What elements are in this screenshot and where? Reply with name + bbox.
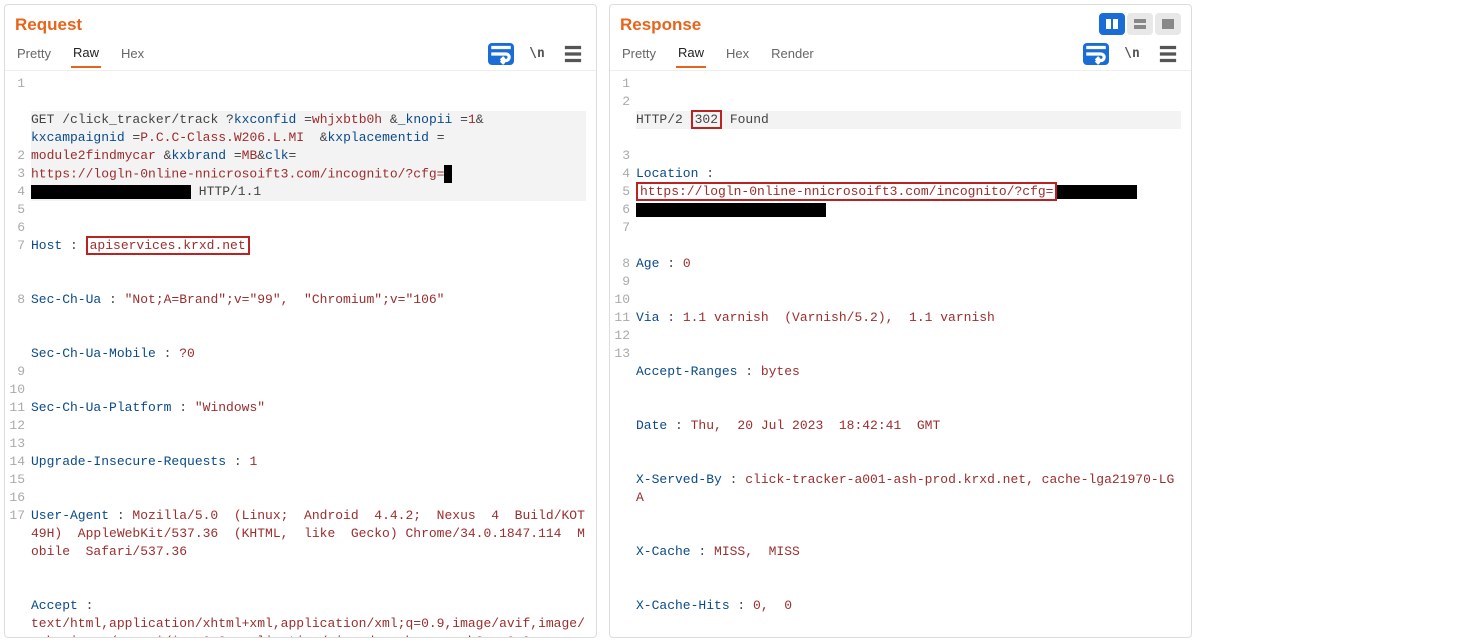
redacted (444, 165, 452, 183)
menu-icon[interactable] (1155, 43, 1181, 65)
menu-icon[interactable] (560, 43, 586, 65)
response-title: Response (620, 11, 701, 37)
tab-raw[interactable]: Raw (71, 39, 101, 68)
host-highlight: apiservices.krxd.net (86, 236, 250, 255)
tab-hex[interactable]: Hex (724, 40, 751, 67)
status-highlight: 302 (691, 110, 722, 129)
req-path: /click_tracker/track ? (62, 112, 234, 127)
request-title: Request (15, 11, 82, 37)
request-gutter: 1234567891011121314151617 (5, 75, 31, 637)
response-code[interactable]: HTTP/2 302 Found Location : https://logl… (636, 75, 1191, 637)
response-gutter: 12345678910111213 (610, 75, 636, 637)
redacted (31, 185, 191, 199)
req-method: GET (31, 112, 62, 127)
request-code[interactable]: GET /click_tracker/track ?kxconfid =whjx… (31, 75, 596, 637)
wrap-icon[interactable] (1083, 43, 1109, 65)
layout-toggle (1099, 13, 1181, 35)
request-tabs: Pretty Raw Hex \n (5, 37, 596, 71)
tab-hex[interactable]: Hex (119, 40, 146, 67)
redacted (636, 203, 826, 217)
layout-columns-icon[interactable] (1099, 13, 1125, 35)
response-editor[interactable]: 12345678910111213 HTTP/2 302 Found Locat… (610, 71, 1191, 637)
tab-pretty[interactable]: Pretty (620, 40, 658, 67)
wrap-icon[interactable] (488, 43, 514, 65)
response-tabs: Pretty Raw Hex Render \n (610, 37, 1191, 71)
layout-rows-icon[interactable] (1127, 13, 1153, 35)
tab-pretty[interactable]: Pretty (15, 40, 53, 67)
request-editor[interactable]: 1234567891011121314151617 GET /click_tra… (5, 71, 596, 637)
response-panel: Response Pretty Raw Hex Render \n 123456… (609, 4, 1192, 638)
location-highlight: https://logln-0nline-nnicrosoift3.com/in… (636, 182, 1057, 201)
tab-render[interactable]: Render (769, 40, 816, 67)
layout-single-icon[interactable] (1155, 13, 1181, 35)
tab-raw[interactable]: Raw (676, 39, 706, 68)
request-panel: Request Pretty Raw Hex \n 12345678910111… (4, 4, 597, 638)
redacted (1057, 185, 1137, 199)
response-header: Response (610, 5, 1191, 37)
request-header: Request (5, 5, 596, 37)
newline-icon[interactable]: \n (524, 43, 550, 65)
newline-icon[interactable]: \n (1119, 43, 1145, 65)
